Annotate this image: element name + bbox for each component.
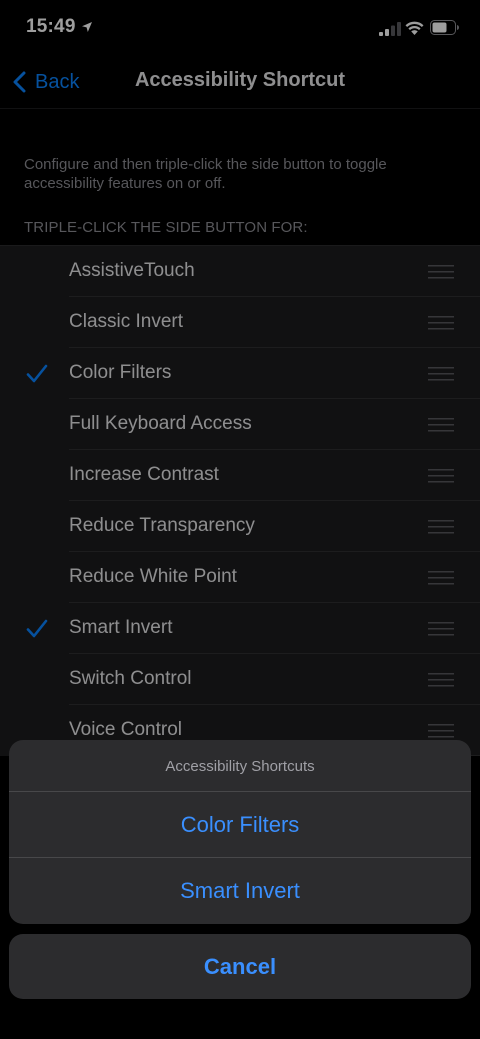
smart-invert-action-button[interactable]: Smart Invert — [9, 858, 471, 924]
screen: 15:49 Back Accessibility Shortcut Config… — [0, 0, 480, 1039]
action-sheet: Accessibility Shortcuts Color Filters Sm… — [9, 740, 471, 924]
cancel-button[interactable]: Cancel — [9, 934, 471, 999]
action-sheet-title: Accessibility Shortcuts — [165, 758, 315, 775]
color-filters-action-button[interactable]: Color Filters — [9, 792, 471, 858]
